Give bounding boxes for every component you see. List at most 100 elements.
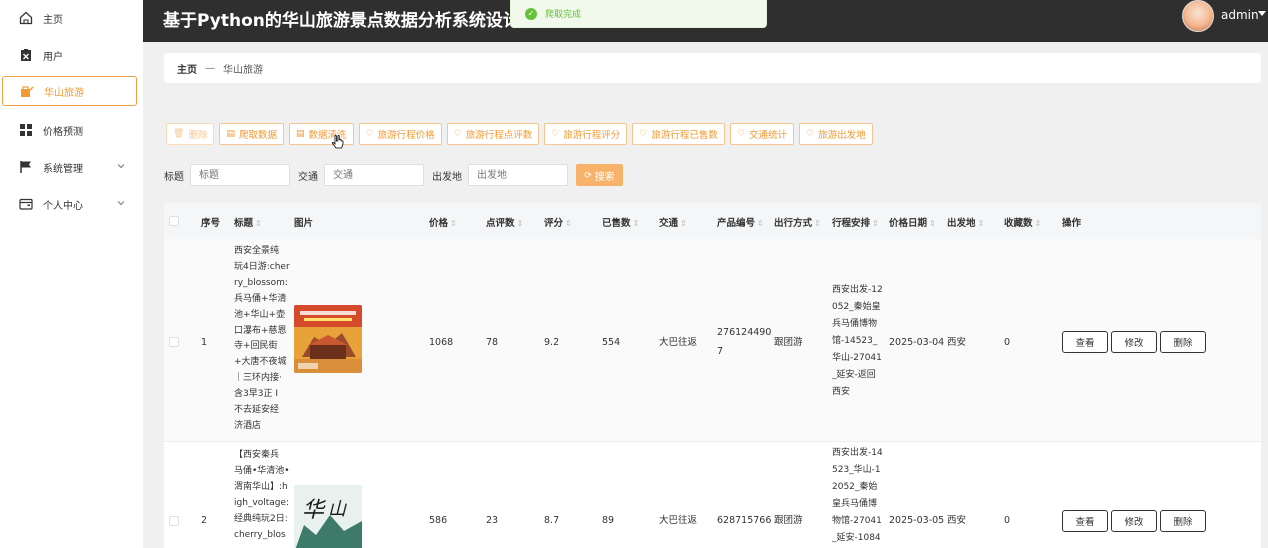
sort-icon: ⇕ [450,219,457,228]
delete-row-button[interactable]: 删除 [1160,331,1206,353]
avatar[interactable] [1182,0,1214,32]
sort-icon: ⇕ [632,219,640,228]
sidebar-item-huashan-travel[interactable]: 华山旅游 [2,76,137,106]
column-header[interactable]: 收藏数 ⇕ [1004,215,1041,229]
traffic-stats-button[interactable]: ♡ 交通统计 [729,123,794,145]
sidebar-item-home[interactable]: 主页 [2,3,137,33]
sort-icon: ⇕ [757,219,764,228]
column-header[interactable]: 产品编号 ⇕ [717,215,764,229]
tour-image[interactable] [294,305,362,373]
row-checkbox[interactable] [169,516,179,526]
column-header[interactable]: 出发地 ⇕ [947,215,984,229]
sidebar-item-users[interactable]: 用户 [2,40,137,70]
heart-icon: ♡ [453,129,462,139]
caret-down-icon[interactable] [1258,11,1266,17]
cell-itinerary: 西安出发-12 052_秦始皇 兵马俑博物 馆-14523_ 华山-27041 _延安-返… [832,285,883,397]
sidebar-item-price-prediction[interactable]: 价格预测 [2,115,137,145]
sidebar-item-label: 系统管理 [43,163,83,175]
row-checkbox[interactable] [169,337,179,347]
sort-icon: ⇕ [814,219,821,228]
svg-text:山: 山 [328,499,347,520]
wallet-icon [18,196,34,212]
edit-button[interactable]: 修改 [1111,510,1157,532]
button-label: 爬取数据 [238,130,277,141]
button-label: 删除 [188,130,208,141]
cell-score: 8.7 [544,515,560,526]
sort-icon: ⇕ [929,219,936,228]
sidebar-item-label: 用户 [43,51,63,63]
origin-filter-input[interactable] [468,164,568,186]
title-filter-label: 标题 [164,171,184,183]
edit-button[interactable]: 修改 [1111,331,1157,353]
column-header[interactable]: 行程安排 ⇕ [832,215,879,229]
sidebar-item-system-management[interactable]: 系统管理 [2,152,137,182]
column-header[interactable]: 评分 ⇕ [544,215,572,229]
doc-icon: ▤ [295,129,305,139]
button-label: 交通统计 [748,130,787,141]
button-label: 旅游出发地 [818,130,866,141]
cell-product-id: 628715766 [717,515,772,526]
crawl-data-button[interactable]: ▤ 爬取数据 [219,123,284,145]
hand-cursor-icon [332,135,344,149]
svg-text:华: 华 [302,498,327,523]
sidebar-item-personal-center[interactable]: 个人中心 [2,189,137,219]
tour-sold-button[interactable]: ♡ 旅游行程已售数 [632,123,725,145]
cell-price: 586 [429,515,448,526]
user-clipboard-icon [18,47,34,63]
delete-button[interactable]: 🗑 删除 [166,123,215,145]
heart-icon: ♡ [736,129,745,139]
traffic-filter-label: 交通 [298,171,318,183]
tour-score-button[interactable]: ♡ 旅游行程评分 [544,123,628,145]
cell-reviews: 23 [486,515,499,526]
traffic-filter-input[interactable] [324,164,424,186]
column-header[interactable]: 标题 ⇕ [234,215,262,229]
column-header: 序号 [201,218,221,229]
column-header[interactable]: 价格 ⇕ [429,215,457,229]
column-header[interactable]: 已售数 ⇕ [602,215,639,229]
grid-icon [18,122,34,138]
heart-icon: ♡ [551,129,560,139]
tour-reviews-button[interactable]: ♡ 旅游行程点评数 [446,123,540,145]
heart-icon: ♡ [805,129,815,139]
search-bar: 标题 交通 出发地 ⟳ 搜索 [164,164,623,186]
column-header[interactable]: 出行方式 ⇕ [774,215,821,229]
breadcrumb: 主页 — 华山旅游 [164,53,1261,83]
view-button[interactable]: 查看 [1062,510,1108,532]
app-title: 基于Python的华山旅游景点数据分析系统设计与实现 [163,11,523,31]
success-toast: ✓ 爬取完成 [510,0,767,28]
breadcrumb-home[interactable]: 主页 [177,61,197,76]
cell-origin: 西安 [947,515,967,526]
tour-price-button[interactable]: ♡ 旅游行程价格 [358,123,442,145]
button-label: 旅游行程评分 [563,130,621,141]
heart-icon: ♡ [365,129,374,139]
title-filter-input[interactable] [190,164,290,186]
cell-sold: 554 [602,337,621,348]
sidebar-item-label: 价格预测 [43,126,83,138]
heart-icon: ♡ [639,129,648,139]
tour-image[interactable]: 华 山 [294,485,362,548]
table-row: 2 【西安秦兵 马俑•华清池• 渭南华山】:h igh_voltage: 经典纯玩2日:… [164,443,1261,548]
button-label: 旅游行程点评数 [465,130,533,141]
cell-price-date: 2025-03-05 [889,515,945,526]
column-header[interactable]: 点评数 ⇕ [486,215,523,229]
sidebar-item-label: 华山旅游 [44,87,84,99]
select-all-checkbox[interactable] [169,216,179,226]
column-header[interactable]: 价格日期 ⇕ [889,215,936,229]
cell-index: 1 [201,337,208,348]
tour-origin-button[interactable]: ♡ 旅游出发地 [798,123,873,145]
origin-filter-label: 出发地 [432,171,462,183]
sidebar-item-label: 个人中心 [43,200,83,212]
doc-icon: ▤ [226,129,235,139]
cell-itinerary: 西安出发-14 523_华山-1 2052_秦始 皇兵马俑博 物馆-27041 _延安-1… [832,448,883,543]
table-row: 1 西安全景纯 玩4日游:cher ry_blossom: 兵马俑+华清 池+华山+壶口… [164,239,1261,442]
search-button[interactable]: ⟳ 搜索 [576,164,623,186]
user-name[interactable]: admin [1221,8,1259,22]
cell-origin: 西安 [947,337,967,348]
cell-travel-mode: 跟团游 [774,337,803,348]
delete-row-button[interactable]: 删除 [1160,510,1206,532]
cell-index: 2 [201,515,208,526]
sort-icon: ⇕ [255,219,262,228]
column-header[interactable]: 交通 ⇕ [659,215,687,229]
view-button[interactable]: 查看 [1062,331,1108,353]
button-label: 旅游行程价格 [377,130,435,141]
